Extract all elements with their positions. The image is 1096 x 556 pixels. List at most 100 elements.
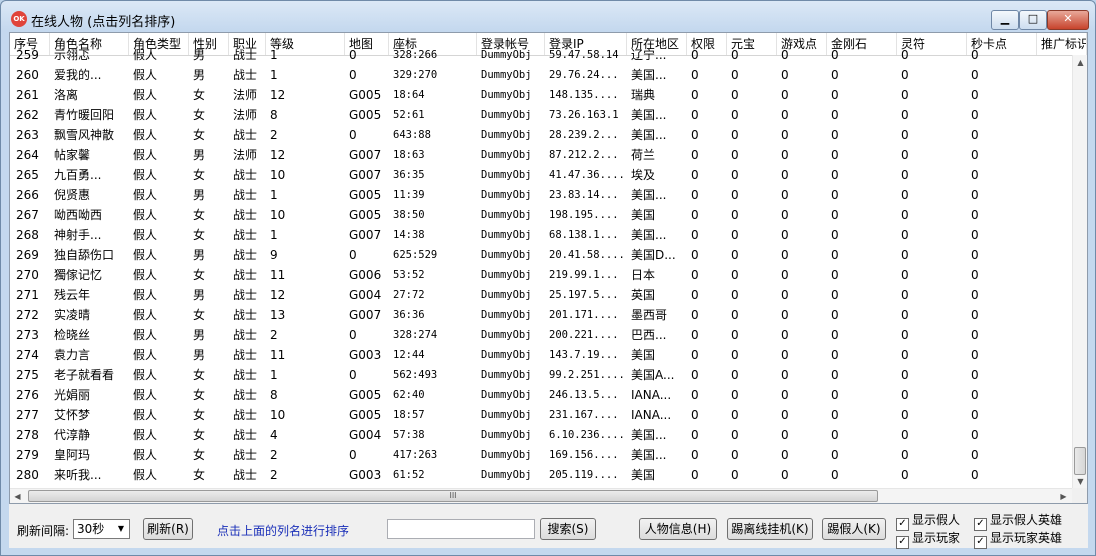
table-row[interactable]: 267 呦西呦西 假人 女 战士 10 G005 38:50 DummyObj 198.195..… [10,205,1072,225]
table-cell: 11 [270,268,286,282]
table-cell: 英国 [631,288,656,302]
table-cell: G007 [349,168,382,182]
table-cell: 0 [731,108,739,122]
table-cell: 0 [781,448,789,462]
table-cell: 246.13.5... [549,389,619,401]
table-cell: 57:38 [393,429,425,441]
table-cell: 战士 [233,468,258,482]
table-cell: 0 [731,248,739,262]
minimize-button[interactable]: ▁ [991,10,1019,30]
horizontal-scrollbar[interactable]: ◀ III ▶ [10,488,1072,503]
show-dummy-hero-checkbox[interactable]: ✓ 显示假人英雄 [974,513,1062,531]
table-row[interactable]: 273 检晓丝 假人 男 战士 2 0 328:274 DummyObj 200.221.... 巴… [10,325,1072,345]
table-cell: 检晓丝 [54,328,91,342]
table-row[interactable]: 272 实凌晴 假人 女 战士 13 G007 36:36 DummyObj 201.171...… [10,305,1072,325]
scroll-up-icon[interactable]: ▲ [1073,55,1087,70]
scroll-down-icon[interactable]: ▼ [1073,474,1087,489]
table-cell: G005 [349,88,382,102]
scroll-right-icon[interactable]: ▶ [1056,489,1071,503]
table-cell: 战士 [233,248,258,262]
horizontal-scroll-thumb[interactable]: III [28,490,878,502]
table-cell: 643:88 [393,129,431,141]
table-cell: 277 [16,408,39,422]
table-cell: 倪贤惠 [54,188,91,202]
table-row[interactable]: 259 示翎忑 假人 男 战士 1 0 328:266 DummyObj 59.47.58.14 辽… [10,45,1072,65]
table-cell: 0 [831,388,839,402]
table-row[interactable]: 275 老子就看看 假人 女 战士 1 0 562:493 DummyObj 99.2.251..… [10,365,1072,385]
table-cell: DummyObj [481,389,532,401]
table-row[interactable]: 279 皇阿玛 假人 女 战士 2 0 417:263 DummyObj 169.156.... 美… [10,445,1072,465]
table-row[interactable]: 280 来听我... 假人 女 战士 2 G003 61:52 DummyObj 205.119.… [10,465,1072,485]
table-row[interactable]: 276 光娟丽 假人 女 战士 8 G005 62:40 DummyObj 246.13.5...… [10,385,1072,405]
player-info-button[interactable]: 人物信息(H) [639,518,717,540]
table-row[interactable]: 271 残云年 假人 男 战士 12 G004 27:72 DummyObj 25.197.5..… [10,285,1072,305]
table-cell: 九百勇... [54,168,102,182]
checkmark-icon: ✓ [974,536,987,549]
table-row[interactable]: 269 独自舔伤口 假人 男 战士 9 0 625:529 DummyObj 20.41.58..… [10,245,1072,265]
vertical-scroll-thumb[interactable] [1074,447,1086,475]
table-cell: DummyObj [481,309,532,321]
table-row[interactable]: 264 帖家馨 假人 男 法师 12 G007 18:63 DummyObj 87.212.2..… [10,145,1072,165]
table-cell: 0 [731,268,739,282]
show-dummy-checkbox[interactable]: ✓ 显示假人 [896,513,960,531]
table-cell: DummyObj [481,369,532,381]
kick-dummy-button[interactable]: 踢假人(K) [822,518,886,540]
table-cell: 0 [831,468,839,482]
maximize-button[interactable]: □ [1019,10,1047,30]
table-cell: 268 [16,228,39,242]
show-player-checkbox[interactable]: ✓ 显示玩家 [896,531,960,549]
table-cell: 假人 [133,48,158,62]
table-cell: 18:64 [393,89,425,101]
refresh-button[interactable]: 刷新(R) [143,518,193,540]
table-cell: 0 [691,208,699,222]
vertical-scrollbar[interactable]: ▲ ▼ [1072,55,1087,489]
table-cell: 143.7.19... [549,349,619,361]
table-cell: 呦西呦西 [54,208,103,222]
table-cell: 美国... [631,188,667,202]
table-cell: 0 [781,408,789,422]
table-cell: 0 [781,428,789,442]
table-cell: 417:263 [393,449,438,461]
table-row[interactable]: 261 洛离 假人 女 法师 12 G005 18:64 DummyObj 148.135....… [10,85,1072,105]
table-cell: 女 [193,428,206,442]
table-cell: 0 [971,428,979,442]
table-row[interactable]: 260 爱我的... 假人 男 战士 1 0 329:270 DummyObj 29.76.24.… [10,65,1072,85]
table-cell: 274 [16,348,39,362]
table-row[interactable]: 263 飘雪风神散 假人 女 战士 2 0 643:88 DummyObj 28.239.2...… [10,125,1072,145]
table-cell: DummyObj [481,169,532,181]
online-players-list[interactable]: 序号 角色名称 角色类型 性别 职业 等级 地图 座标 登录帐号 登录IP 所在地区 权限 元宝 游戏点金… [9,32,1088,504]
table-cell: 男 [193,328,206,342]
table-cell: 0 [781,128,789,142]
close-button[interactable]: ✕ [1047,10,1089,30]
table-cell: 獨傢记忆 [54,268,103,282]
table-row[interactable]: 266 倪贤惠 假人 男 战士 1 G005 11:39 DummyObj 23.83.14...… [10,185,1072,205]
table-row[interactable]: 274 袁力言 假人 男 战士 11 G003 12:44 DummyObj 143.7.19..… [10,345,1072,365]
table-cell: 0 [691,48,699,62]
table-row[interactable]: 277 艾怀梦 假人 女 战士 10 G005 18:57 DummyObj 231.167...… [10,405,1072,425]
table-cell: 271 [16,288,39,302]
table-row[interactable]: 270 獨傢记忆 假人 女 战士 11 G006 53:52 DummyObj 219.99.1.… [10,265,1072,285]
table-cell: 女 [193,368,206,382]
show-player-hero-checkbox[interactable]: ✓ 显示玩家英雄 [974,531,1062,549]
title-bar[interactable]: OK 在线人物 (点击列名排序) ▁ □ ✕ [1,1,1095,33]
table-cell: 0 [901,68,909,82]
scroll-left-icon[interactable]: ◀ [10,489,25,503]
table-row[interactable]: 265 九百勇... 假人 女 战士 10 G007 36:35 DummyObj 41.47.3… [10,165,1072,185]
search-button[interactable]: 搜索(S) [540,518,596,540]
table-cell: 0 [349,248,357,262]
table-cell: 0 [971,108,979,122]
window-title: 在线人物 (点击列名排序) [31,15,176,30]
table-row[interactable]: 278 代淳静 假人 女 战士 4 G004 57:38 DummyObj 6.10.236...… [10,425,1072,445]
table-cell: G003 [349,468,382,482]
table-cell: 0 [831,108,839,122]
search-input[interactable] [387,519,535,539]
table-cell: 战士 [233,308,258,322]
table-cell: 假人 [133,328,158,342]
table-cell: 0 [781,308,789,322]
table-row[interactable]: 262 青竹暖回阳 假人 女 法师 8 G005 52:61 DummyObj 73.26.163… [10,105,1072,125]
table-cell: 光娟丽 [54,388,91,402]
table-row[interactable]: 268 神射手... 假人 女 战士 1 G007 14:38 DummyObj 68.138.1… [10,225,1072,245]
table-cell: 0 [691,148,699,162]
refresh-interval-select[interactable]: 30秒 ▼ [73,519,130,539]
kick-offline-button[interactable]: 踢离线挂机(K) [727,518,813,540]
